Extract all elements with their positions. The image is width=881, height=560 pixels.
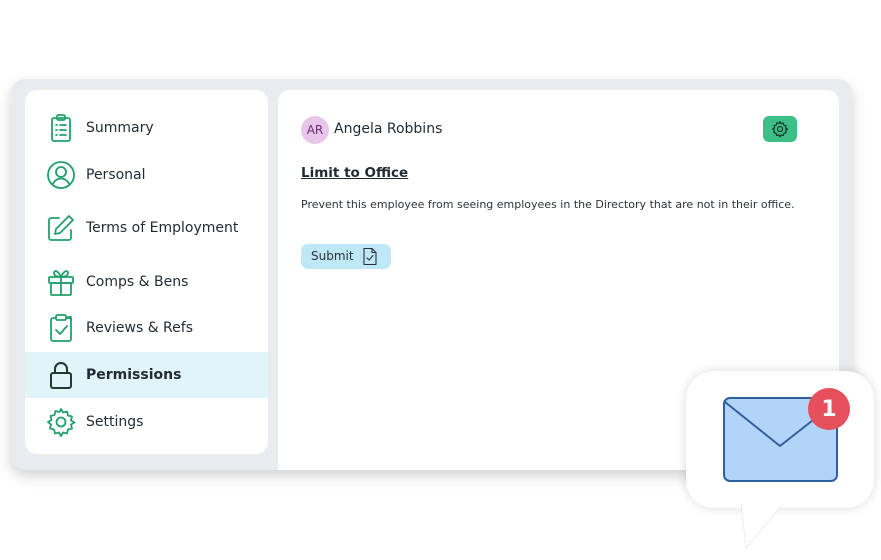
sidebar-item-label: Settings <box>86 414 144 430</box>
sidebar-nav: Summary Personal Terms of Employment Com… <box>25 90 268 454</box>
notification-count-badge: 1 <box>808 388 850 430</box>
sidebar-item-label: Comps & Bens <box>86 274 189 290</box>
sidebar-item-permissions[interactable]: Permissions <box>25 352 268 398</box>
clipboard-check-icon <box>45 312 77 344</box>
lock-icon <box>45 359 77 391</box>
sidebar-item-label: Terms of Employment <box>86 220 239 236</box>
sidebar-item-label: Permissions <box>86 367 182 383</box>
sidebar-item-label: Reviews & Refs <box>86 320 193 336</box>
gift-icon <box>45 266 77 298</box>
sidebar-item-label: Summary <box>86 120 154 136</box>
sidebar-item-comps-bens[interactable]: Comps & Bens <box>25 259 268 305</box>
sidebar-item-label: Personal <box>86 167 146 183</box>
submit-button[interactable]: Submit <box>301 244 391 269</box>
settings-button[interactable] <box>763 116 797 142</box>
sidebar-item-summary[interactable]: Summary <box>25 105 268 151</box>
permission-title: Limit to Office <box>301 165 409 181</box>
sidebar-item-settings[interactable]: Settings <box>25 399 268 445</box>
clipboard-list-icon <box>45 112 77 144</box>
sidebar-item-terms-of-employment[interactable]: Terms of Employment <box>25 205 268 251</box>
bubble-tail <box>740 500 787 550</box>
user-circle-icon <box>45 159 77 191</box>
pencil-square-icon <box>45 212 77 244</box>
sidebar-item-personal[interactable]: Personal <box>25 152 268 198</box>
document-check-icon <box>362 247 378 270</box>
employee-name: Angela Robbins <box>334 121 443 137</box>
gear-icon <box>771 120 789 138</box>
gear-icon <box>45 406 77 438</box>
avatar: AR <box>301 116 329 144</box>
permission-description: Prevent this employee from seeing employ… <box>301 198 795 211</box>
submit-label: Submit <box>311 249 354 263</box>
sidebar-item-reviews-refs[interactable]: Reviews & Refs <box>25 305 268 351</box>
